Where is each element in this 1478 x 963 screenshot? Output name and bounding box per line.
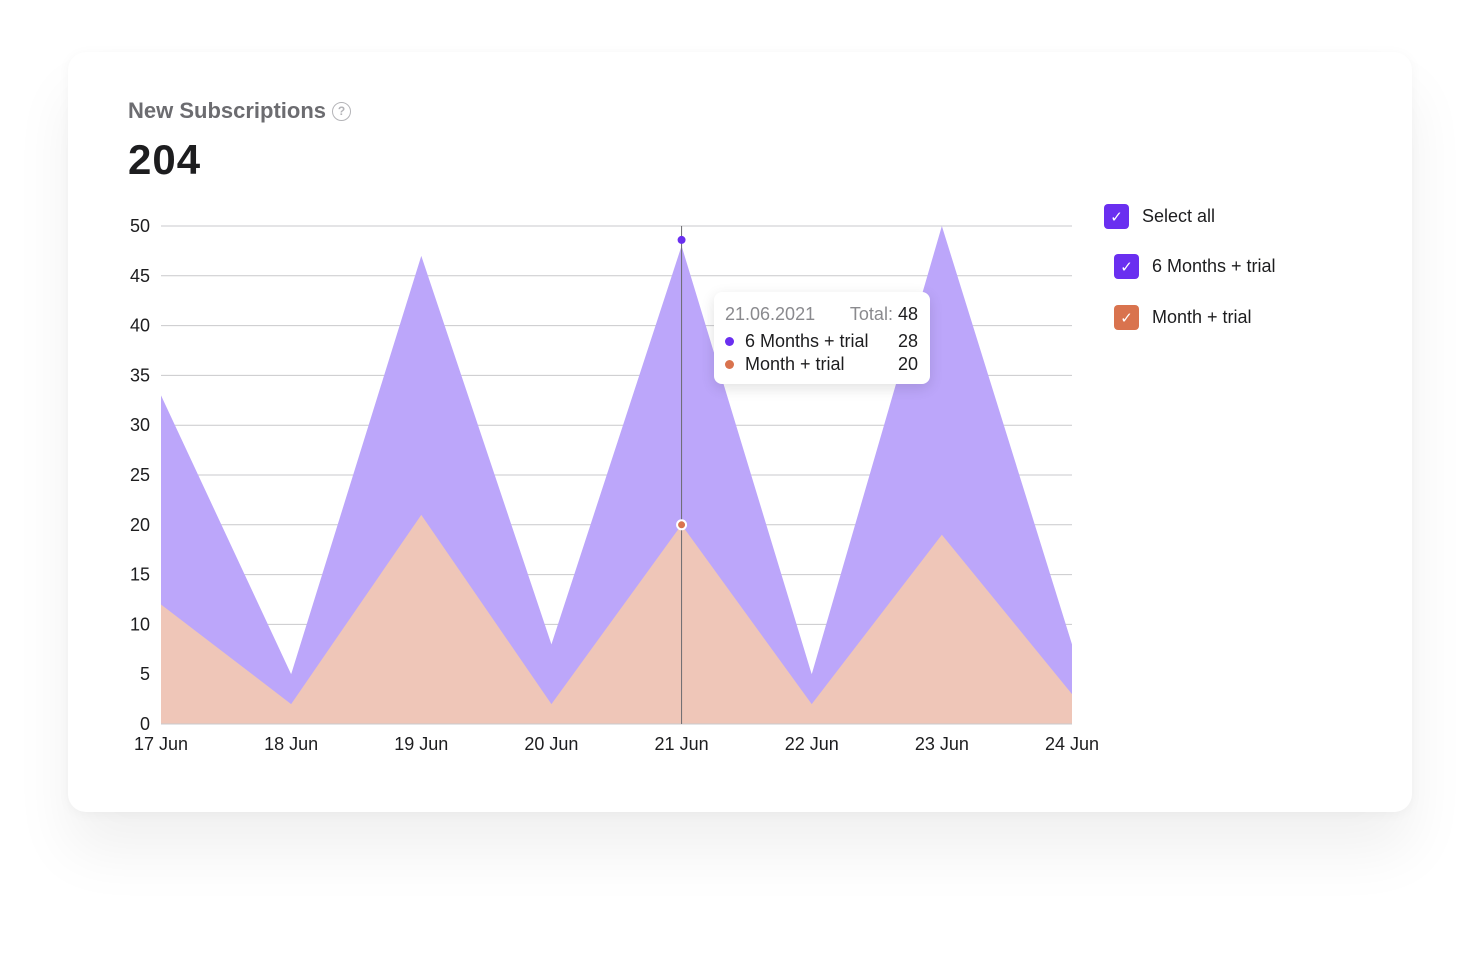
x-tick-label: 21 Jun [655, 734, 709, 754]
tooltip-row-six-months: 6 Months + trial 28 [725, 330, 918, 352]
x-tick-label: 24 Jun [1045, 734, 1099, 754]
x-tick-label: 20 Jun [524, 734, 578, 754]
y-tick-label: 5 [140, 664, 150, 684]
y-tick-label: 25 [130, 465, 150, 485]
tooltip-row-value: 20 [897, 353, 918, 374]
y-tick-label: 50 [130, 216, 150, 236]
point-six-months [677, 235, 686, 244]
x-tick-label: 19 Jun [394, 734, 448, 754]
area-chart: 0 5 10 15 20 25 30 35 40 45 50 17 Jun 18 Jun 19 Jun 20… [130, 216, 1099, 754]
x-tick-label: 22 Jun [785, 734, 839, 754]
y-tick-label: 15 [130, 565, 150, 585]
legend-label: Select all [1142, 206, 1216, 226]
legend-select-all[interactable]: ✓ Select all [1104, 204, 1215, 229]
checkmark-icon[interactable]: ✓ [1104, 204, 1129, 229]
tooltip-total-value: 48 [897, 304, 918, 324]
y-tick-label: 0 [140, 714, 150, 734]
point-month [676, 519, 688, 531]
checkmark-icon[interactable]: ✓ [1114, 254, 1139, 279]
tooltip-row-name: Month + trial [745, 353, 845, 374]
tooltip-total: Total: 48 [850, 304, 918, 325]
x-tick-label: 17 Jun [134, 734, 188, 754]
chart-tooltip: 21.06.2021 Total: 48 6 Months + trial 28… [714, 292, 930, 384]
y-tick-label: 35 [130, 365, 150, 385]
tooltip-row-name: 6 Months + trial [745, 330, 869, 351]
subscriptions-card: New Subscriptions ? 204 0 5 10 15 20 25 30 35 40… [68, 52, 1412, 812]
tooltip-row-month: Month + trial 20 [725, 353, 918, 375]
six-months-dot-icon [725, 336, 734, 346]
checkmark-icon[interactable]: ✓ [1114, 305, 1139, 330]
y-tick-label: 20 [130, 515, 150, 535]
tooltip-row-value: 28 [897, 330, 918, 351]
tooltip-total-label: Total: [849, 304, 893, 324]
legend-item-six-months[interactable]: ✓ 6 Months + trial [1114, 254, 1276, 279]
legend-item-month[interactable]: ✓ Month + trial [1114, 305, 1252, 330]
y-tick-label: 45 [130, 266, 150, 286]
y-tick-label: 40 [130, 316, 150, 336]
month-dot-icon [725, 359, 734, 369]
y-tick-label: 30 [130, 415, 150, 435]
tooltip-date: 21.06.2021 [725, 304, 816, 324]
x-tick-label: 18 Jun [264, 734, 318, 754]
y-tick-label: 10 [130, 614, 150, 634]
x-tick-label: 23 Jun [915, 734, 969, 754]
legend-label: Month + trial [1152, 307, 1252, 327]
legend-label: 6 Months + trial [1152, 256, 1276, 276]
